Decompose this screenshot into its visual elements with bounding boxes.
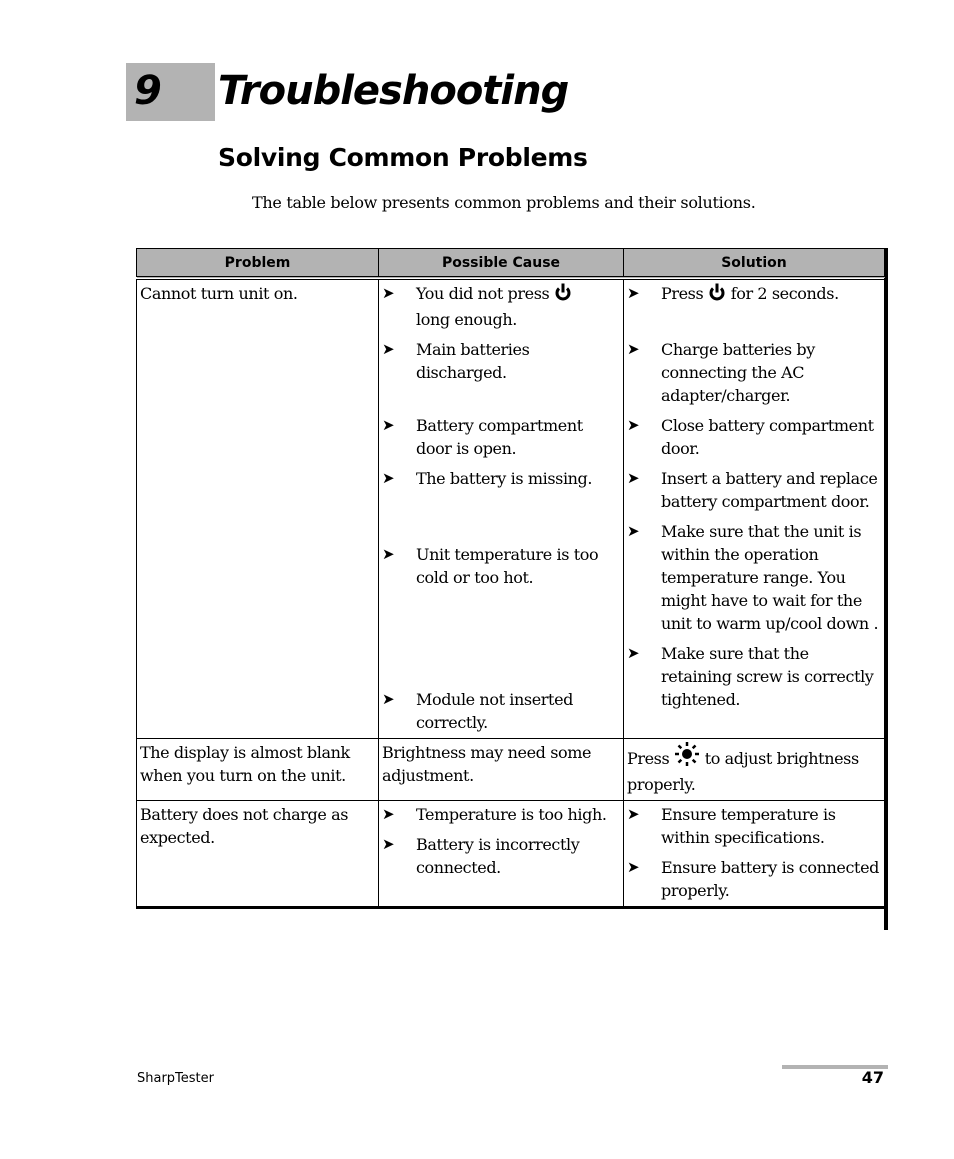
solution-item: ➤ Make sure that the unit is within the … [627, 520, 881, 635]
bullet-arrow-icon: ➤ [627, 416, 640, 434]
bullet-arrow-icon: ➤ [382, 284, 395, 302]
solution-item: ➤ Make sure that the retaining screw is … [627, 642, 881, 711]
troubleshooting-table-wrap: Problem Possible Cause Solution Cannot t… [136, 248, 885, 909]
table-row: Battery does not charge as expected. ➤ T… [136, 800, 885, 909]
section-title: Solving Common Problems [218, 143, 588, 172]
problem-cell: Cannot turn unit on. [136, 277, 379, 739]
header-solution: Solution [623, 248, 885, 280]
table-row: The display is almost blank when you tur… [136, 738, 885, 801]
solution-item: ➤ Close battery compartment door. [627, 414, 881, 460]
solution-text: for 2 seconds. [730, 284, 839, 303]
solution-item: ➤ Ensure battery is connected properly. [627, 856, 881, 902]
solution-item: ➤ Insert a battery and replace battery c… [627, 467, 881, 513]
cause-item: ➤ Module not inserted correctly. [382, 688, 620, 734]
problem-text: The display is almost blank when you tur… [140, 743, 350, 785]
problem-cell: Battery does not charge as expected. [136, 800, 379, 909]
bullet-arrow-icon: ➤ [627, 469, 640, 487]
problem-cell: The display is almost blank when you tur… [136, 738, 379, 801]
cause-item: ➤ You did not press long enough. [382, 282, 620, 331]
cause-cell: Brightness may need some adjustment. [378, 738, 624, 801]
bullet-arrow-icon: ➤ [382, 469, 395, 487]
bullet-arrow-icon: ➤ [382, 340, 395, 358]
table-row: Cannot turn unit on. ➤ You did not press… [136, 277, 885, 739]
power-icon [708, 283, 726, 308]
solution-text: Make sure that the retaining screw is co… [661, 644, 874, 709]
chapter-number: 9 [134, 68, 162, 114]
table-header-row: Problem Possible Cause Solution [136, 248, 885, 280]
power-icon [554, 283, 572, 308]
solution-text: Press [661, 284, 704, 303]
brightness-icon [674, 741, 700, 773]
intro-text: The table below presents common problems… [252, 193, 756, 212]
problem-text: Battery does not charge as expected. [140, 805, 349, 847]
chapter-title: Troubleshooting [218, 68, 569, 114]
problem-text: Cannot turn unit on. [140, 284, 298, 303]
header-problem: Problem [136, 248, 379, 280]
bullet-arrow-icon: ➤ [627, 284, 640, 302]
bullet-arrow-icon: ➤ [627, 340, 640, 358]
solution-text: Charge batteries by connecting the AC ad… [661, 340, 815, 405]
bullet-arrow-icon: ➤ [627, 644, 640, 662]
cause-text: Temperature is too high. [416, 805, 607, 824]
troubleshooting-table: Problem Possible Cause Solution Cannot t… [136, 248, 885, 909]
cause-text: The battery is missing. [416, 469, 593, 488]
solution-item: ➤ Press for 2 seconds. [627, 282, 881, 308]
solution-cell: ➤ Ensure temperature is within specifica… [623, 800, 885, 909]
cause-item: ➤ Unit temperature is too cold or too ho… [382, 543, 620, 589]
bullet-arrow-icon: ➤ [382, 835, 395, 853]
cause-item: ➤ Battery is incorrectly connected. [382, 833, 620, 879]
page-number: 47 [861, 1068, 884, 1087]
solution-text: Close battery compartment door. [661, 416, 874, 458]
header-possible-cause: Possible Cause [378, 248, 624, 280]
cause-text: Unit temperature is too cold or too hot. [416, 545, 599, 587]
solution-text: Press [627, 749, 670, 768]
solution-text: Ensure battery is connected properly. [661, 858, 879, 900]
cause-item: ➤ The battery is missing. [382, 467, 620, 490]
cause-text: long enough. [416, 310, 517, 329]
cause-item: ➤ Temperature is too high. [382, 803, 620, 826]
cause-text: Battery compartment door is open. [416, 416, 583, 458]
solution-text: Insert a battery and replace battery com… [661, 469, 878, 511]
cause-text: Main batteries discharged. [416, 340, 530, 382]
solution-text: Make sure that the unit is within the op… [661, 522, 879, 633]
bullet-arrow-icon: ➤ [382, 805, 395, 823]
cause-text: Battery is incorrectly connected. [416, 835, 580, 877]
bullet-arrow-icon: ➤ [382, 545, 395, 563]
bullet-arrow-icon: ➤ [627, 858, 640, 876]
cause-cell: ➤ You did not press long enough. ➤ Main … [378, 277, 624, 739]
bullet-arrow-icon: ➤ [627, 522, 640, 540]
cause-cell: ➤ Temperature is too high. ➤ Battery is … [378, 800, 624, 909]
cause-text: Module not inserted correctly. [416, 690, 573, 732]
cause-text: Brightness may need some adjustment. [382, 743, 592, 785]
solution-item: ➤ Charge batteries by connecting the AC … [627, 338, 881, 407]
solution-text: Ensure temperature is within specificati… [661, 805, 836, 847]
bullet-arrow-icon: ➤ [627, 805, 640, 823]
bullet-arrow-icon: ➤ [382, 416, 395, 434]
bullet-arrow-icon: ➤ [382, 690, 395, 708]
footer-product-name: SharpTester [137, 1071, 214, 1086]
cause-item: ➤ Battery compartment door is open. [382, 414, 620, 460]
cause-text: You did not press [416, 284, 550, 303]
solution-cell: Press to adjust brightness properly. [623, 738, 885, 801]
solution-cell: ➤ Press for 2 seconds. ➤ Charge batterie… [623, 277, 885, 739]
cause-item: ➤ Main batteries discharged. [382, 338, 620, 384]
solution-item: ➤ Ensure temperature is within specifica… [627, 803, 881, 849]
